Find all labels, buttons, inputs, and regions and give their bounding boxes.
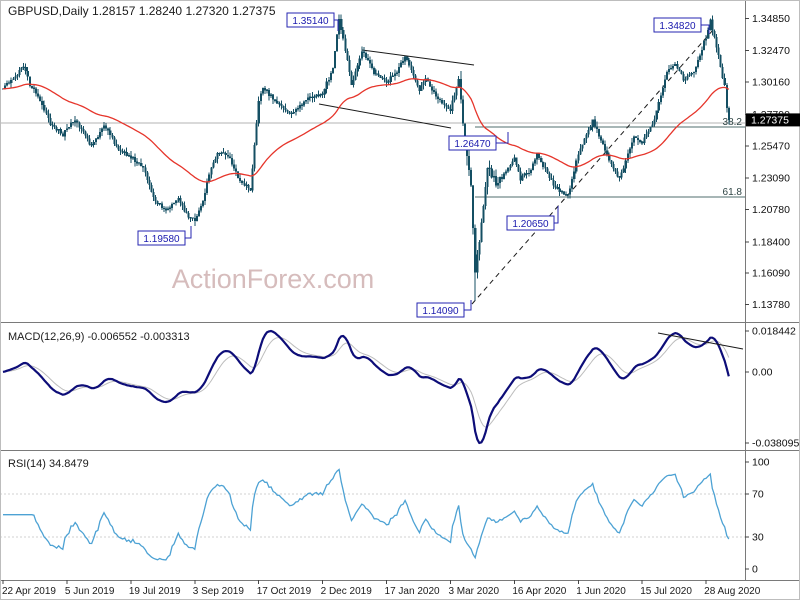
price-axis-label: 1.16090 bbox=[752, 268, 790, 280]
macd-axis-label: -0.038095 bbox=[752, 438, 799, 450]
date-axis-label: 1 Jun 2020 bbox=[576, 586, 626, 597]
price-callout: 1.35140 bbox=[286, 12, 339, 31]
date-axis-label: 17 Oct 2019 bbox=[257, 586, 312, 597]
fib-level-label: 61.8 bbox=[723, 187, 743, 198]
price-axis-label: 1.23090 bbox=[752, 173, 790, 185]
date-axis-label: 17 Jan 2020 bbox=[385, 586, 440, 597]
axes-layer: 1.35140 1.34820 1.26470 1.19580 1.20650 1.140… bbox=[0, 0, 800, 600]
chart-title-ohlc: GBPUSD,Daily 1.28157 1.28240 1.27320 1.2… bbox=[8, 4, 276, 18]
callout-connector bbox=[334, 19, 339, 31]
price-axis-label: 1.13780 bbox=[752, 299, 790, 311]
price-callout: 1.14090 bbox=[416, 300, 472, 318]
price-axis-label: 1.18400 bbox=[752, 236, 790, 248]
date-axis-label: 2 Dec 2019 bbox=[321, 586, 373, 597]
date-axis-label: 15 Jul 2020 bbox=[640, 586, 692, 597]
macd-signal-line bbox=[2, 336, 730, 428]
callout-price-label: 1.20650 bbox=[512, 219, 549, 230]
callout-price-label: 1.26470 bbox=[454, 139, 491, 150]
macd-indicator-title: MACD(12,26,9) -0.006552 -0.003313 bbox=[8, 331, 190, 343]
date-axis-label: 28 Aug 2020 bbox=[704, 586, 761, 597]
macd-pane bbox=[2, 329, 744, 445]
date-axis-label: 5 Jun 2019 bbox=[65, 586, 115, 597]
price-axis-label: 1.34850 bbox=[752, 13, 790, 25]
date-axis-label: 3 Sep 2019 bbox=[193, 586, 245, 597]
channel-trendline bbox=[361, 49, 475, 66]
price-callout: 1.26470 bbox=[448, 132, 509, 151]
macd-main-line bbox=[2, 329, 730, 445]
price-callout: 1.20650 bbox=[506, 206, 559, 231]
callout-price-label: 1.19580 bbox=[143, 234, 180, 245]
date-axis-label: 3 Mar 2020 bbox=[448, 586, 499, 597]
date-axis-label: 19 Jul 2019 bbox=[129, 586, 181, 597]
dashed-trendline bbox=[471, 29, 714, 305]
rsi-pane bbox=[0, 468, 745, 561]
macd-axis-label: 0.018442 bbox=[752, 326, 796, 338]
price-axis-label: 1.25470 bbox=[752, 140, 790, 152]
callout-price-label: 1.14090 bbox=[422, 306, 459, 317]
watermark: ActionForex.com bbox=[172, 264, 375, 294]
date-axis-label: 16 Apr 2020 bbox=[512, 586, 566, 597]
rsi-axis-label: 100 bbox=[752, 457, 770, 469]
macd-axis-label: 0.00 bbox=[752, 366, 773, 378]
price-pane: 38.2 61.8 bbox=[0, 14, 745, 305]
current-price-label: 1.27375 bbox=[751, 114, 789, 126]
chart-outer-border bbox=[0, 0, 800, 600]
callout-price-label: 1.34820 bbox=[659, 21, 696, 32]
rsi-indicator-title: RSI(14) 34.8479 bbox=[8, 458, 89, 470]
forex-chart-window: ActionForex.com 38.2 61.8 1.35140 1.34820 1… bbox=[0, 0, 800, 600]
price-axis-label: 1.30160 bbox=[752, 77, 790, 89]
date-axis-label: 22 Apr 2019 bbox=[2, 586, 56, 597]
rsi-axis-label: 0 bbox=[752, 564, 758, 576]
gbpusd-daily-chart: ActionForex.com 38.261.8 1.35140 1.348201… bbox=[0, 0, 800, 600]
ema55-line bbox=[2, 78, 730, 183]
price-axis-label: 1.32470 bbox=[752, 45, 790, 57]
rsi-line bbox=[3, 468, 730, 561]
price-axis-label: 1.20780 bbox=[752, 204, 790, 216]
price-callout: 1.19580 bbox=[137, 226, 192, 246]
price-callout: 1.34820 bbox=[653, 17, 710, 34]
candlestick-bodies bbox=[1, 19, 730, 273]
fib-level-label: 38.2 bbox=[723, 117, 743, 128]
rsi-axis-label: 70 bbox=[752, 489, 764, 501]
callout-price-label: 1.35140 bbox=[292, 16, 329, 27]
rsi-axis-label: 30 bbox=[752, 531, 764, 543]
callout-connector bbox=[464, 300, 472, 311]
callout-connector bbox=[185, 226, 192, 239]
